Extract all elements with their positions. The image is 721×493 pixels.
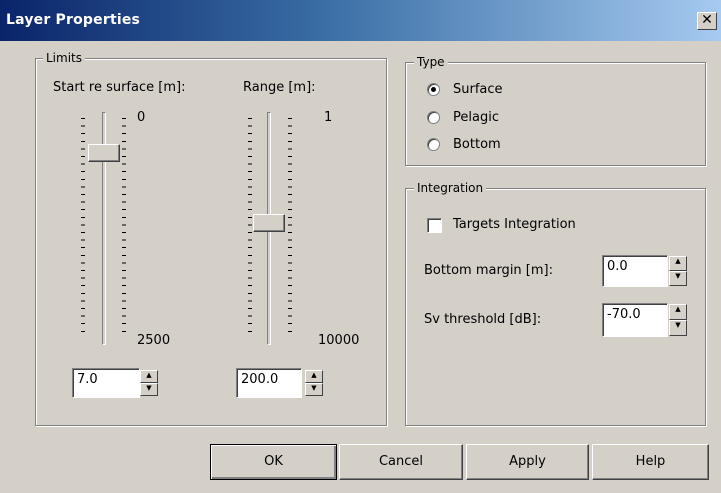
limits-group-label: Limits — [43, 51, 85, 65]
spin-down-icon: ▼ — [311, 384, 317, 392]
range-value-spinner[interactable]: ▲ ▼ — [305, 370, 323, 396]
radio-bottom[interactable] — [427, 138, 440, 151]
close-icon: ✕ — [701, 12, 713, 28]
type-group — [405, 62, 706, 166]
close-button[interactable]: ✕ — [697, 12, 717, 30]
start-label: Start re surface [m]: — [53, 80, 186, 95]
sv-threshold-spin-up-button[interactable]: ▲ — [669, 304, 687, 320]
sv-threshold-spinner[interactable]: ▲ ▼ — [669, 304, 687, 336]
start-ticks-right — [122, 118, 126, 338]
start-value-input[interactable]: 7.0 — [72, 368, 140, 398]
integration-group-label: Integration — [414, 181, 487, 195]
apply-button[interactable]: Apply — [466, 444, 589, 480]
cancel-button[interactable]: Cancel — [339, 444, 463, 480]
bottom-margin-spin-down-button[interactable]: ▼ — [669, 271, 687, 286]
start-spin-down-button[interactable]: ▼ — [140, 383, 158, 396]
range-spin-down-button[interactable]: ▼ — [305, 383, 323, 396]
radio-surface-label[interactable]: Surface — [453, 82, 503, 97]
range-max-label: 10000 — [318, 333, 360, 348]
targets-integration-label[interactable]: Targets Integration — [453, 217, 576, 232]
bottom-margin-spinner[interactable]: ▲ ▼ — [669, 256, 687, 286]
bottom-margin-label: Bottom margin [m]: — [424, 263, 553, 278]
type-group-label: Type — [414, 55, 448, 69]
ok-button[interactable]: OK — [210, 444, 337, 480]
targets-integration-checkbox[interactable] — [427, 218, 442, 233]
start-spin-up-button[interactable]: ▲ — [140, 370, 158, 383]
radio-pelagic-label[interactable]: Pelagic — [453, 110, 499, 125]
range-ticks-left — [248, 118, 252, 338]
radio-surface[interactable] — [427, 83, 440, 96]
sv-threshold-input[interactable]: -70.0 — [602, 303, 668, 337]
radio-bottom-label[interactable]: Bottom — [453, 137, 501, 152]
range-min-label: 1 — [324, 110, 333, 125]
spin-up-icon: ▲ — [146, 371, 152, 379]
sv-threshold-label: Sv threshold [dB]: — [424, 312, 542, 327]
start-min-label: 0 — [137, 110, 146, 125]
bottom-margin-input[interactable]: 0.0 — [602, 255, 668, 287]
range-label: Range [m]: — [243, 80, 316, 95]
spin-down-icon: ▼ — [675, 272, 681, 280]
start-ticks-left — [81, 118, 85, 338]
range-ticks-right — [288, 118, 292, 338]
spin-down-icon: ▼ — [675, 321, 681, 329]
spin-up-icon: ▲ — [675, 257, 681, 265]
spin-down-icon: ▼ — [146, 384, 152, 392]
bottom-margin-spin-up-button[interactable]: ▲ — [669, 256, 687, 271]
range-value-input[interactable]: 200.0 — [236, 368, 302, 398]
sv-threshold-spin-down-button[interactable]: ▼ — [669, 320, 687, 336]
start-max-label: 2500 — [137, 333, 171, 348]
range-spin-up-button[interactable]: ▲ — [305, 370, 323, 383]
help-button[interactable]: Help — [592, 444, 709, 480]
radio-pelagic[interactable] — [427, 111, 440, 124]
start-value-spinner[interactable]: ▲ ▼ — [140, 370, 158, 396]
window-title: Layer Properties — [6, 12, 141, 28]
spin-up-icon: ▲ — [311, 371, 317, 379]
range-slider-thumb[interactable] — [253, 214, 285, 232]
radio-selected-dot — [431, 87, 436, 92]
spin-up-icon: ▲ — [675, 305, 681, 313]
start-slider-thumb[interactable] — [88, 144, 120, 162]
